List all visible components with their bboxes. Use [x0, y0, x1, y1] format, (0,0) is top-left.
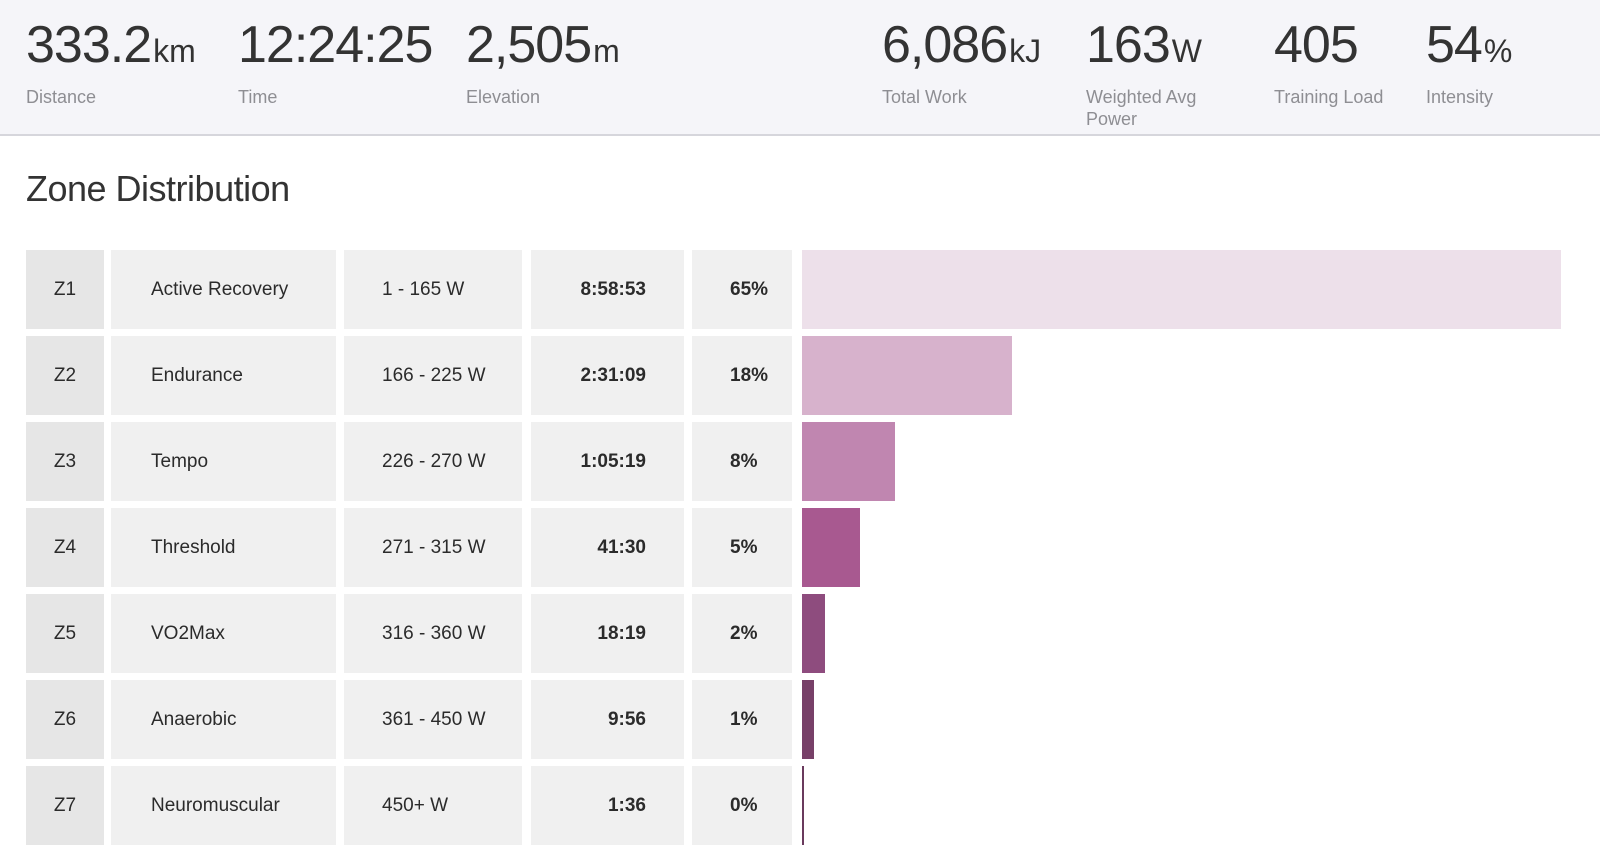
zone-power-range: 166 - 225 W: [344, 336, 522, 415]
zone-bar-track: [802, 680, 1561, 759]
zone-bar-track: [802, 250, 1561, 329]
zone-bar: [802, 766, 805, 845]
zone-name: Anaerobic: [111, 680, 336, 759]
zone-code: Z5: [26, 594, 104, 673]
stat-label: Training Load: [1274, 87, 1384, 107]
zone-code: Z4: [26, 508, 104, 587]
zone-bar-track: [802, 336, 1561, 415]
zone-name: Neuromuscular: [111, 766, 336, 845]
zone-time: 2:31:09: [531, 336, 684, 415]
zone-distribution-title: Zone Distribution: [26, 168, 290, 209]
zone-name: VO2Max: [111, 594, 336, 673]
stat-unit: kJ: [1009, 33, 1042, 69]
zone-row: Z4 Threshold 271 - 315 W 41:30 5%: [26, 508, 1561, 587]
zone-row: Z2 Endurance 166 - 225 W 2:31:09 18%: [26, 336, 1561, 415]
zone-time: 41:30: [531, 508, 684, 587]
stat-value: 6,086: [882, 16, 1008, 74]
zone-time: 8:58:53: [531, 250, 684, 329]
stat-time: 12:24:25 Time: [238, 14, 434, 108]
stat-value: 333.2: [26, 16, 152, 74]
zone-name: Endurance: [111, 336, 336, 415]
zone-bar: [802, 422, 896, 501]
stat-value: 54: [1426, 16, 1483, 74]
zone-power-range: 361 - 450 W: [344, 680, 522, 759]
zone-time: 9:56: [531, 680, 684, 759]
zone-distribution-table: Z1 Active Recovery 1 - 165 W 8:58:53 65%…: [26, 250, 1561, 852]
zone-percent: 18%: [692, 336, 792, 415]
zone-bar-track: [802, 766, 1561, 845]
zone-bar: [802, 594, 826, 673]
stat-label: Weighted Avg Power: [1086, 87, 1197, 129]
zone-time: 18:19: [531, 594, 684, 673]
stat-label: Elevation: [466, 87, 541, 107]
zone-time: 1:05:19: [531, 422, 684, 501]
zone-bar: [802, 508, 861, 587]
zone-row: Z3 Tempo 226 - 270 W 1:05:19 8%: [26, 422, 1561, 501]
zone-power-range: 316 - 360 W: [344, 594, 522, 673]
stat-value: 163: [1086, 16, 1171, 74]
zone-name: Active Recovery: [111, 250, 336, 329]
zone-code: Z7: [26, 766, 104, 845]
zone-code: Z3: [26, 422, 104, 501]
stat-unit: km: [153, 33, 196, 69]
zone-bar-track: [802, 508, 1561, 587]
zone-percent: 2%: [692, 594, 792, 673]
zone-row: Z7 Neuromuscular 450+ W 1:36 0%: [26, 766, 1561, 845]
stat-unit: %: [1483, 33, 1513, 69]
zone-power-range: 226 - 270 W: [344, 422, 522, 501]
stat-weighted-avg-power: 163W Weighted Avg Power: [1086, 14, 1226, 130]
zone-bar: [802, 250, 1561, 329]
zone-bar: [802, 680, 814, 759]
zone-percent: 1%: [692, 680, 792, 759]
stat-unit: W: [1171, 33, 1202, 69]
stat-label: Time: [238, 87, 278, 107]
zone-power-range: 450+ W: [344, 766, 522, 845]
stat-total-work: 6,086kJ Total Work: [882, 14, 1041, 108]
zone-code: Z6: [26, 680, 104, 759]
zone-row: Z1 Active Recovery 1 - 165 W 8:58:53 65%: [26, 250, 1561, 329]
zone-name: Tempo: [111, 422, 336, 501]
zone-bar-track: [802, 422, 1561, 501]
zone-bar-track: [802, 594, 1561, 673]
zone-bar: [802, 336, 1013, 415]
zone-name: Threshold: [111, 508, 336, 587]
stat-label: Intensity: [1426, 87, 1494, 107]
stat-unit: m: [593, 33, 620, 69]
zone-code: Z1: [26, 250, 104, 329]
stat-label: Distance: [26, 87, 97, 107]
stat-value: 405: [1274, 16, 1359, 74]
stat-distance: 333.2km Distance: [26, 14, 196, 108]
zone-power-range: 271 - 315 W: [344, 508, 522, 587]
zone-percent: 8%: [692, 422, 792, 501]
zone-row: Z6 Anaerobic 361 - 450 W 9:56 1%: [26, 680, 1561, 759]
zone-percent: 0%: [692, 766, 792, 845]
stat-intensity: 54% Intensity: [1426, 14, 1512, 108]
summary-stats-bar: 333.2km Distance 12:24:25 Time 2,505m El…: [0, 0, 1600, 136]
zone-percent: 5%: [692, 508, 792, 587]
zone-percent: 65%: [692, 250, 792, 329]
zone-power-range: 1 - 165 W: [344, 250, 522, 329]
zone-row: Z5 VO2Max 316 - 360 W 18:19 2%: [26, 594, 1561, 673]
zone-time: 1:36: [531, 766, 684, 845]
zone-code: Z2: [26, 336, 104, 415]
stat-value: 12:24:25: [238, 16, 433, 74]
stat-training-load: 405 Training Load: [1274, 14, 1383, 108]
stat-value: 2,505: [466, 16, 592, 74]
stat-elevation: 2,505m Elevation: [466, 14, 620, 108]
stat-label: Total Work: [882, 87, 967, 107]
